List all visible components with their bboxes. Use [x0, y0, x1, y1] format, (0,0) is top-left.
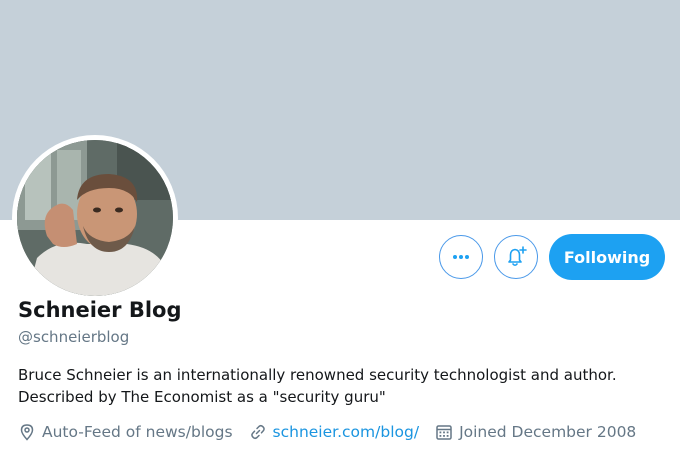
bio-line: Bruce Schneier is an internationally ren… [18, 366, 617, 384]
profile-handle: @schneierblog [18, 328, 130, 346]
profile-meta: Auto-Feed of news/blogs schneier.com/blo… [18, 421, 652, 443]
more-icon [453, 255, 469, 259]
location-pin-icon [20, 424, 34, 441]
more-options-button[interactable] [439, 235, 483, 279]
avatar-photo [17, 140, 173, 296]
avatar-border [12, 135, 178, 301]
profile-bio: Bruce Schneier is an internationally ren… [18, 364, 658, 408]
profile-name: Schneier Blog [18, 298, 182, 322]
avatar[interactable] [17, 140, 173, 296]
bell-plus-icon [508, 246, 527, 267]
location-item: Auto-Feed of news/blogs [18, 423, 233, 441]
bio-line: Described by The Economist as a "securit… [18, 388, 386, 406]
link-icon [250, 424, 265, 440]
website-link[interactable]: schneier.com/blog/ [273, 423, 420, 441]
joined-item: Joined December 2008 [435, 423, 636, 441]
following-button[interactable]: Following [549, 234, 665, 280]
website-item: schneier.com/blog/ [249, 423, 420, 441]
calendar-icon [436, 425, 452, 440]
location-text: Auto-Feed of news/blogs [42, 423, 233, 441]
notifications-button[interactable] [494, 235, 538, 279]
joined-text: Joined December 2008 [459, 423, 637, 441]
